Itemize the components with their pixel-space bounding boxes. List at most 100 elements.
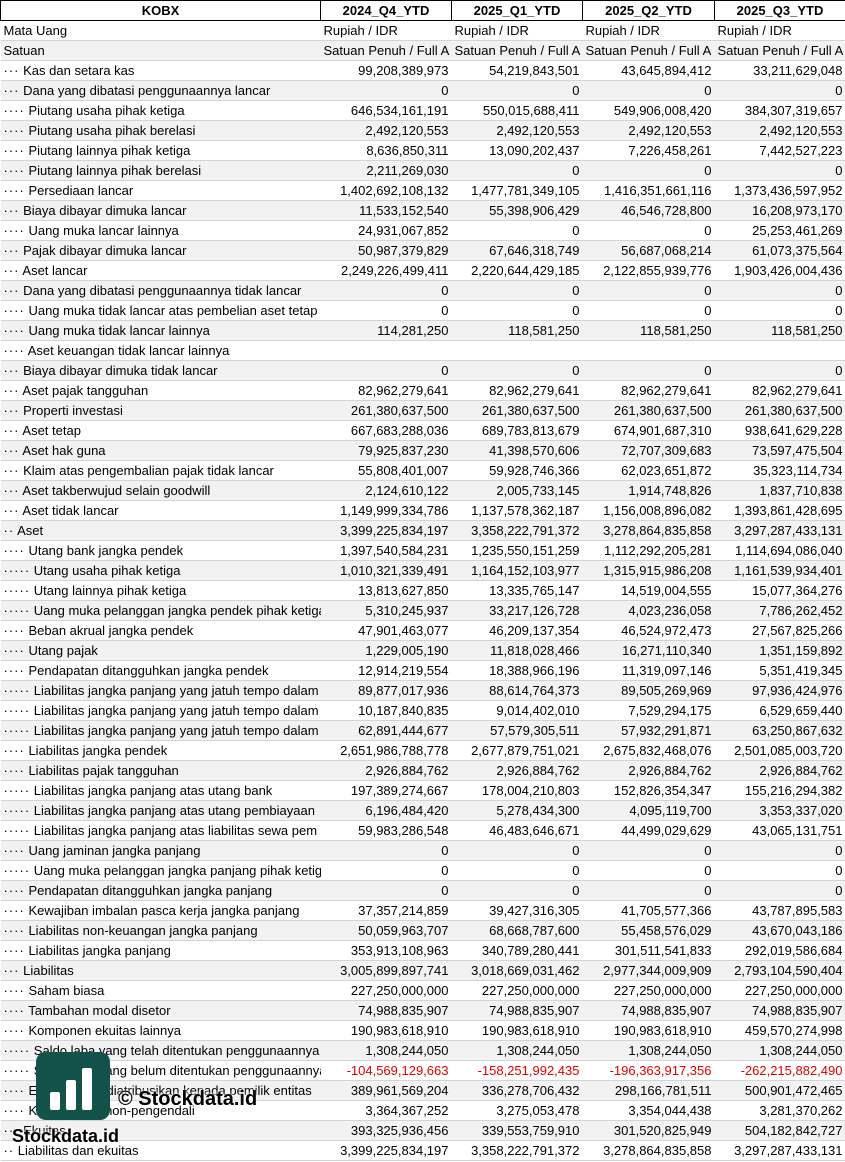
row-value: 0 [715,161,845,181]
row-label-text: Aset tidak lancar [22,503,118,518]
row-value: 1,837,710,838 [715,481,845,501]
table-row: ···· Saham biasa227,250,000,000227,250,0… [1,981,845,1001]
row-value: 0 [715,841,845,861]
financial-table: KOBX 2024_Q4_YTD 2025_Q1_YTD 2025_Q2_YTD… [0,0,845,1161]
indent-dots: ···· [4,843,25,858]
row-value: 340,789,280,441 [452,941,583,961]
row-value: 2,005,733,145 [452,481,583,501]
row-label: ···· Liabilitas jangka panjang [1,941,321,961]
row-value: 46,546,728,800 [583,201,715,221]
row-value: 1,914,748,826 [583,481,715,501]
header-row: KOBX 2024_Q4_YTD 2025_Q1_YTD 2025_Q2_YTD… [1,1,845,21]
indent-dots: ····· [4,563,31,578]
row-value: 0 [321,281,452,301]
row-value: 82,962,279,641 [583,381,715,401]
row-value: 292,019,586,684 [715,941,845,961]
row-value: 89,505,269,969 [583,681,715,701]
table-row: ··· Ekuitas393,325,936,456339,553,759,91… [1,1121,845,1141]
row-value: 339,553,759,910 [452,1121,583,1141]
row-label: ···· Liabilitas jangka pendek [1,741,321,761]
header-period: 2025_Q2_YTD [583,1,715,21]
table-row: ····· Utang lainnya pihak ketiga13,813,6… [1,581,845,601]
row-value: 62,891,444,677 [321,721,452,741]
row-label: ···· Liabilitas non-keuangan jangka panj… [1,921,321,941]
row-label: ···· Saham biasa [1,981,321,1001]
indent-dots: ··· [4,463,20,478]
row-label: ···· Piutang lainnya pihak ketiga [1,141,321,161]
row-value: 0 [715,281,845,301]
row-label-text: Utang lainnya pihak ketiga [34,583,187,598]
row-value [452,341,583,361]
row-value: 72,707,309,683 [583,441,715,461]
table-row: ···· Pendapatan ditangguhkan jangka panj… [1,881,845,901]
row-label: ···· Pendapatan ditangguhkan jangka panj… [1,881,321,901]
row-value: 46,483,646,671 [452,821,583,841]
row-value: 47,901,463,077 [321,621,452,641]
indent-dots: ····· [4,723,31,738]
indent-dots: ····· [4,823,31,838]
row-value: 1,114,694,086,040 [715,541,845,561]
row-label: ··· Dana yang dibatasi penggunaannya tid… [1,281,321,301]
indent-dots: ···· [4,223,25,238]
row-value: 2,122,855,939,776 [583,261,715,281]
row-value: 1,112,292,205,281 [583,541,715,561]
row-value: 2,249,226,499,411 [321,261,452,281]
indent-dots: ···· [4,1083,25,1098]
row-value: 1,903,426,004,436 [715,261,845,281]
row-value: 1,397,540,584,231 [321,541,452,561]
indent-dots: ··· [4,483,20,498]
table-row: ···· Ekuitas yang diatribusikan kepada p… [1,1081,845,1101]
indent-dots: ·· [4,1143,15,1158]
row-value: 190,983,618,910 [452,1021,583,1041]
row-label-text: Piutang lainnya pihak berelasi [28,163,201,178]
row-value: 0 [321,361,452,381]
table-row: ···· Liabilitas non-keuangan jangka panj… [1,921,845,941]
row-label-text: Pendapatan ditangguhkan jangka panjang [28,883,272,898]
table-row: ····· Saldo laba yang telah ditentukan p… [1,1041,845,1061]
row-value: 227,250,000,000 [715,981,845,1001]
row-label-text: Kas dan setara kas [23,63,134,78]
row-value: 301,511,541,833 [583,941,715,961]
table-row: ·· Liabilitas dan ekuitas3,399,225,834,1… [1,1141,845,1161]
row-label-text: Beban akrual jangka pendek [28,623,193,638]
indent-dots: ···· [4,143,25,158]
row-label-text: Persediaan lancar [28,183,133,198]
indent-dots: ··· [4,403,20,418]
row-label: ··· Dana yang dibatasi penggunaannya lan… [1,81,321,101]
row-label-text: Piutang usaha pihak berelasi [28,123,195,138]
row-label-text: Aset pajak tangguhan [22,383,148,398]
row-value: 1,373,436,597,952 [715,181,845,201]
row-value: 3,297,287,433,131 [715,521,845,541]
row-value: 2,677,879,751,021 [452,741,583,761]
row-label: ····· Liabilitas jangka panjang yang jat… [1,681,321,701]
indent-dots: ··· [4,503,20,518]
indent-dots: ···· [4,323,25,338]
row-value: 10,187,840,835 [321,701,452,721]
table-row: ····· Liabilitas jangka panjang atas uta… [1,801,845,821]
row-value: 3,353,337,020 [715,801,845,821]
table-row: ····· Uang muka pelanggan jangka panjang… [1,861,845,881]
row-value: 393,325,936,456 [321,1121,452,1141]
header-ticker: KOBX [1,1,321,21]
row-value: 1,315,915,986,208 [583,561,715,581]
indent-dots: ··· [4,383,20,398]
row-value: 2,651,986,788,778 [321,741,452,761]
indent-dots: ···· [4,123,25,138]
row-value: 1,393,861,428,695 [715,501,845,521]
row-value: 82,962,279,641 [715,381,845,401]
row-value: 43,065,131,751 [715,821,845,841]
meta-value: Satuan Penuh / Full A [583,41,715,61]
row-label-text: Saham biasa [28,983,104,998]
table-row: ····· Saldo laba yang belum ditentukan p… [1,1061,845,1081]
row-label: ···· Piutang lainnya pihak berelasi [1,161,321,181]
row-value: 504,182,842,727 [715,1121,845,1141]
row-value: 0 [452,221,583,241]
indent-dots: ····· [4,1043,31,1058]
row-value: 16,271,110,340 [583,641,715,661]
row-label-text: Uang muka lancar lainnya [28,223,178,238]
row-value: 43,787,895,583 [715,901,845,921]
table-row: ··· Dana yang dibatasi penggunaannya tid… [1,281,845,301]
table-row: ···· Tambahan modal disetor74,988,835,90… [1,1001,845,1021]
row-value: 25,253,461,269 [715,221,845,241]
row-label-text: Klaim atas pengembalian pajak tidak lanc… [23,463,274,478]
